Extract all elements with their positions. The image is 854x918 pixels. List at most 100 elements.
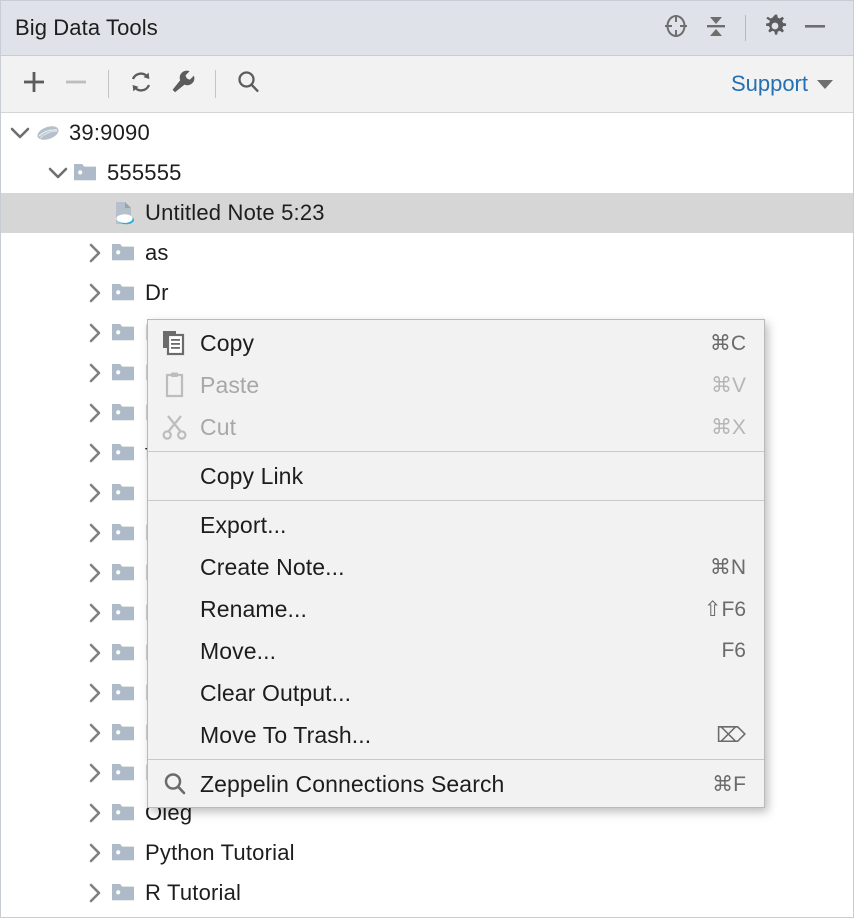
tree-row-label: 39:9090: [69, 120, 150, 146]
menu-item-shortcut: ⌦: [696, 723, 746, 748]
chevron-right-icon[interactable]: [83, 313, 109, 353]
menu-icon-placeholder: [158, 672, 192, 714]
toolbar-divider-2: [215, 70, 216, 98]
menu-item-cut: Cut⌘X: [148, 406, 764, 448]
menu-item-move-to-trash[interactable]: Move To Trash...⌦: [148, 714, 764, 756]
folder-icon: [109, 553, 139, 593]
chevron-right-icon[interactable]: [83, 713, 109, 753]
chevron-right-icon[interactable]: [83, 433, 109, 473]
menu-separator: [148, 451, 764, 452]
tool-window-toolbar: Support: [1, 56, 853, 113]
toolbar-divider-1: [108, 70, 109, 98]
chevron-right-icon[interactable]: [83, 233, 109, 273]
chevron-right-icon[interactable]: [83, 553, 109, 593]
menu-item-rename[interactable]: Rename...⇧F6: [148, 588, 764, 630]
chevron-right-icon[interactable]: [83, 273, 109, 313]
chevron-right-icon[interactable]: [83, 353, 109, 393]
chevron-right-icon[interactable]: [83, 633, 109, 673]
tree-row-label: as: [145, 240, 169, 266]
menu-item-clear-output[interactable]: Clear Output...: [148, 672, 764, 714]
chevron-right-icon[interactable]: [83, 593, 109, 633]
menu-item-zeppelin-connections-search[interactable]: Zeppelin Connections Search⌘F: [148, 763, 764, 805]
search-icon: [234, 68, 262, 101]
connections-tree[interactable]: 39:9090555555Untitled Note 5:23asDrFlFoF…: [1, 113, 853, 916]
folder-icon: [109, 833, 139, 873]
tree-twisty-placeholder: [83, 193, 109, 233]
menu-item-label: Export...: [200, 512, 726, 539]
tree-row[interactable]: 555555: [1, 153, 853, 193]
chevron-right-icon[interactable]: [83, 793, 109, 833]
menu-icon-placeholder: [158, 546, 192, 588]
tree-row[interactable]: Dr: [1, 273, 853, 313]
page-title: Big Data Tools: [15, 15, 158, 41]
folder-icon: [109, 873, 139, 913]
support-label: Support: [731, 71, 808, 97]
add-button[interactable]: [13, 63, 55, 105]
locate-button[interactable]: [656, 8, 696, 48]
remove-button: [55, 63, 97, 105]
context-menu[interactable]: Copy⌘CPaste⌘VCut⌘XCopy LinkExport...Crea…: [147, 319, 765, 808]
folder-icon: [109, 393, 139, 433]
tree-row[interactable]: Python Tutorial: [1, 833, 853, 873]
note-icon: [109, 193, 139, 233]
search-button[interactable]: [227, 63, 269, 105]
menu-item-label: Move To Trash...: [200, 722, 696, 749]
folder-icon: [109, 273, 139, 313]
menu-item-move[interactable]: Move...F6: [148, 630, 764, 672]
chevron-right-icon[interactable]: [83, 873, 109, 913]
menu-item-shortcut: ⌘X: [691, 415, 746, 440]
menu-separator: [148, 759, 764, 760]
support-dropdown[interactable]: Support: [731, 71, 835, 97]
minus-icon: [62, 68, 90, 101]
chevron-down-icon: [817, 80, 833, 89]
folder-icon: [109, 433, 139, 473]
tool-window-titlebar: Big Data Tools: [1, 1, 853, 56]
tree-row-label: Untitled Note 5:23: [145, 200, 325, 226]
configure-button[interactable]: [162, 63, 204, 105]
menu-item-label: Move...: [200, 638, 701, 665]
menu-item-label: Create Note...: [200, 554, 690, 581]
refresh-icon: [127, 68, 155, 101]
menu-item-shortcut: ⇧F6: [684, 597, 746, 622]
paste-icon: [158, 364, 192, 406]
menu-item-label: Zeppelin Connections Search: [200, 771, 692, 798]
folder-icon: [109, 793, 139, 833]
collapse-all-button[interactable]: [696, 8, 736, 48]
search-icon: [158, 763, 192, 805]
folder-icon: [109, 233, 139, 273]
folder-icon: [109, 593, 139, 633]
menu-item-label: Paste: [200, 372, 691, 399]
hide-button[interactable]: [795, 8, 835, 48]
tree-row[interactable]: as: [1, 233, 853, 273]
chevron-right-icon[interactable]: [83, 473, 109, 513]
menu-item-label: Copy Link: [200, 463, 726, 490]
context-menu-items: Copy⌘CPaste⌘VCut⌘XCopy LinkExport...Crea…: [148, 322, 764, 805]
tree-row[interactable]: R Tutorial: [1, 873, 853, 913]
chevron-right-icon[interactable]: [83, 673, 109, 713]
settings-button[interactable]: [755, 8, 795, 48]
copy-icon: [158, 322, 192, 364]
folder-icon: [109, 473, 139, 513]
menu-icon-placeholder: [158, 588, 192, 630]
tree-row[interactable]: Untitled Note 5:23: [1, 193, 853, 233]
chevron-down-icon[interactable]: [45, 153, 71, 193]
menu-item-shortcut: ⌘C: [690, 331, 746, 356]
folder-icon: [109, 353, 139, 393]
tree-row-label: Python Tutorial: [145, 840, 295, 866]
locate-icon: [663, 13, 689, 44]
menu-item-export[interactable]: Export...: [148, 504, 764, 546]
tree-row[interactable]: 39:9090: [1, 113, 853, 153]
refresh-button[interactable]: [120, 63, 162, 105]
chevron-right-icon[interactable]: [83, 513, 109, 553]
chevron-down-icon[interactable]: [7, 113, 33, 153]
chevron-right-icon[interactable]: [83, 753, 109, 793]
menu-item-copy[interactable]: Copy⌘C: [148, 322, 764, 364]
wrench-icon: [169, 68, 197, 101]
folder-icon: [109, 713, 139, 753]
menu-item-copy-link[interactable]: Copy Link: [148, 455, 764, 497]
titlebar-divider: [745, 15, 746, 41]
chevron-right-icon[interactable]: [83, 833, 109, 873]
folder-icon: [71, 153, 101, 193]
chevron-right-icon[interactable]: [83, 393, 109, 433]
menu-item-create-note[interactable]: Create Note...⌘N: [148, 546, 764, 588]
